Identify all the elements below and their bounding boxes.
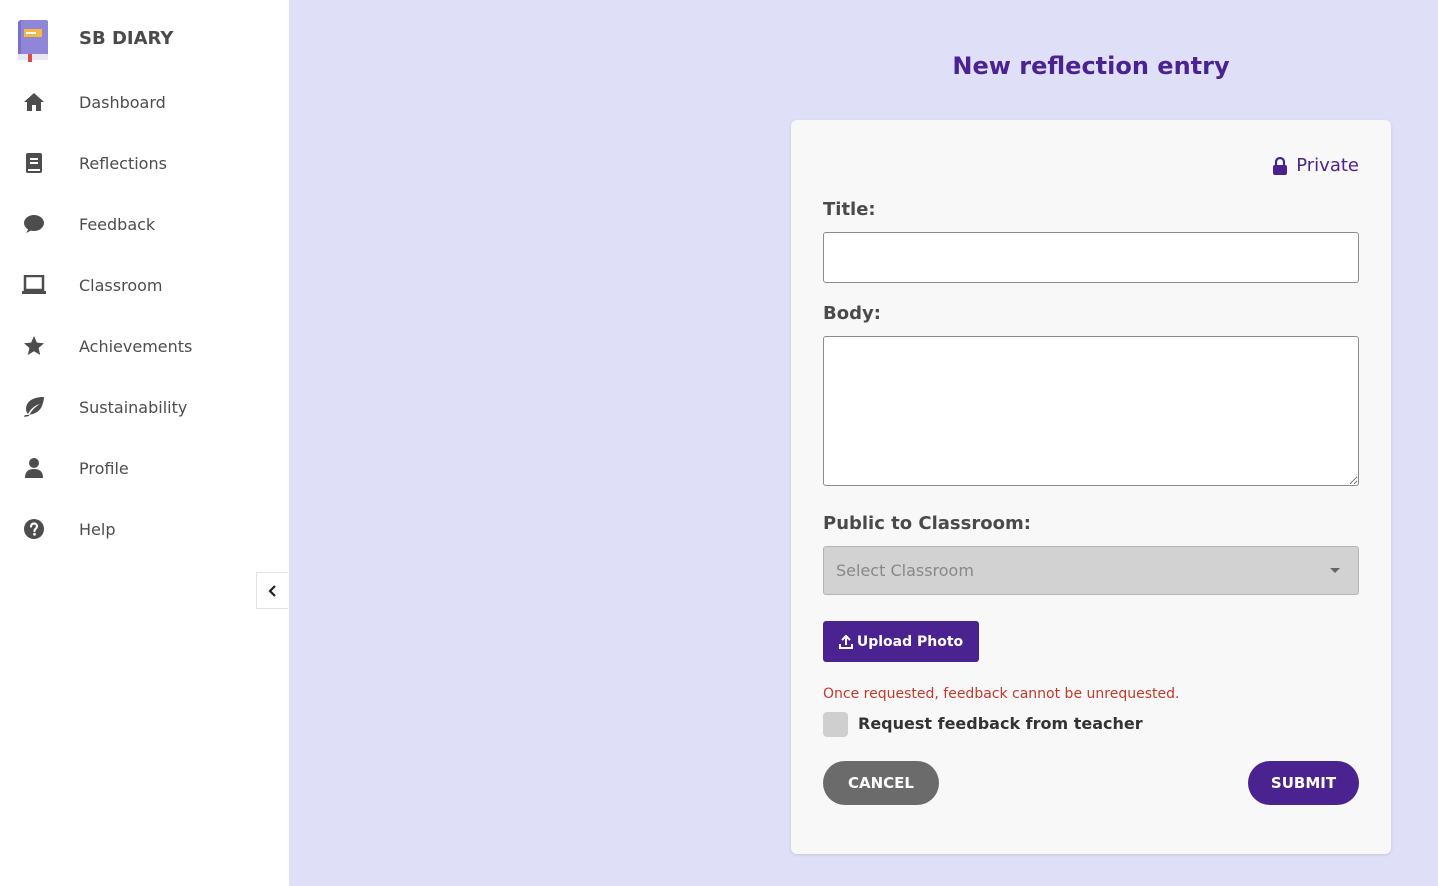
- sidebar-item-label: Reflections: [79, 153, 167, 173]
- comment-icon: [22, 212, 46, 236]
- book-icon: [22, 151, 46, 175]
- sidebar-item-help[interactable]: Help: [0, 506, 289, 552]
- user-icon: [22, 456, 46, 480]
- sidebar-item-label: Help: [79, 519, 116, 539]
- brand[interactable]: SB DIARY: [16, 14, 173, 66]
- body-textarea[interactable]: [823, 336, 1359, 486]
- title-input[interactable]: [823, 232, 1359, 283]
- sidebar-item-reflections[interactable]: Reflections: [0, 140, 289, 186]
- sidebar-item-label: Feedback: [79, 214, 156, 234]
- cancel-button[interactable]: CANCEL: [823, 761, 939, 805]
- submit-button[interactable]: SUBMIT: [1248, 761, 1359, 805]
- body-label: Body:: [823, 303, 881, 324]
- sidebar-item-profile[interactable]: Profile: [0, 445, 289, 491]
- sidebar-item-classroom[interactable]: Classroom: [0, 262, 289, 308]
- classroom-select[interactable]: Select Classroom: [823, 546, 1359, 595]
- privacy-indicator[interactable]: Private: [1272, 155, 1359, 176]
- sidebar-item-sustainability[interactable]: Sustainability: [0, 384, 289, 430]
- caret-down-icon: [1330, 568, 1340, 573]
- leaf-icon: [22, 395, 46, 419]
- request-feedback-checkbox[interactable]: [823, 712, 848, 737]
- sidebar-item-label: Classroom: [79, 275, 163, 295]
- app-name: SB DIARY: [79, 28, 174, 49]
- chevron-left-icon: [267, 584, 276, 597]
- diary-logo-icon: [18, 20, 48, 62]
- sidebar: SB DIARY Dashboard Reflections Feedback …: [0, 0, 289, 886]
- sidebar-item-label: Profile: [79, 458, 129, 478]
- reflection-form-card: Private Title: Body: Public to Classroom…: [791, 120, 1391, 854]
- sidebar-item-achievements[interactable]: Achievements: [0, 323, 289, 369]
- upload-icon: [838, 634, 853, 649]
- collapse-sidebar-button[interactable]: [256, 572, 288, 609]
- sidebar-item-dashboard[interactable]: Dashboard: [0, 79, 289, 125]
- request-feedback-label[interactable]: Request feedback from teacher: [858, 714, 1143, 733]
- lock-icon: [1273, 156, 1288, 175]
- feedback-warning: Once requested, feedback cannot be unreq…: [823, 686, 1180, 702]
- upload-photo-button[interactable]: Upload Photo: [823, 621, 979, 662]
- star-icon: [22, 334, 46, 358]
- title-label: Title:: [823, 199, 876, 220]
- classroom-select-placeholder: Select Classroom: [836, 561, 974, 580]
- sidebar-item-label: Dashboard: [79, 92, 166, 112]
- upload-photo-label: Upload Photo: [856, 633, 964, 650]
- laptop-icon: [22, 273, 46, 297]
- question-circle-icon: [22, 517, 46, 541]
- sidebar-item-label: Sustainability: [79, 397, 188, 417]
- sidebar-item-feedback[interactable]: Feedback: [0, 201, 289, 247]
- page-title: New reflection entry: [952, 52, 1230, 80]
- classroom-label: Public to Classroom:: [823, 513, 1031, 534]
- privacy-label: Private: [1296, 155, 1359, 176]
- home-icon: [22, 90, 46, 114]
- sidebar-item-label: Achievements: [79, 336, 193, 356]
